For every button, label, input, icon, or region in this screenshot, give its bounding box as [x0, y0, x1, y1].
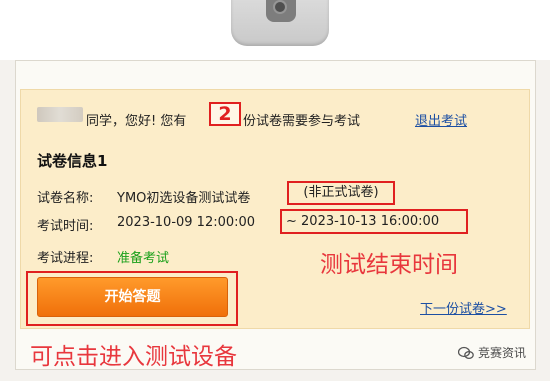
exam-time-end: ~ 2023-10-13 16:00:00 — [280, 209, 468, 234]
exam-name-note: (非正式试卷) — [287, 181, 395, 205]
next-exam-link[interactable]: 下一份试卷>> — [420, 298, 507, 317]
exam-name-value: YMO初选设备测试试卷 — [117, 191, 251, 206]
exam-progress-label: 考试进程: — [37, 251, 94, 266]
section-title: 试卷信息1 — [37, 152, 108, 170]
click-hint-annotation: 可点击进入测试设备 — [30, 344, 237, 370]
watermark: 竞赛资讯 — [458, 344, 526, 361]
exam-name-label: 试卷名称: — [37, 191, 94, 206]
end-time-annotation: 测试结束时间 — [320, 252, 458, 278]
logout-link[interactable]: 退出考试 — [415, 110, 467, 129]
exam-progress-status: 准备考试 — [117, 251, 170, 266]
watermark-text: 竞赛资讯 — [478, 346, 527, 360]
exam-time-start: 2023-10-09 12:00:00 — [117, 215, 256, 230]
badge-clip-knob-icon — [266, 0, 296, 22]
exam-time-label: 考试时间: — [37, 219, 94, 234]
greeting-tail-text: 份试卷需要参与考试 — [243, 114, 361, 129]
greeting-text: 同学，您好! 您有 — [86, 114, 187, 129]
start-exam-button[interactable]: 开始答题 — [37, 277, 228, 317]
blurred-username — [37, 107, 83, 122]
wechat-channel-icon — [458, 346, 474, 359]
exam-count-badge: 2 — [209, 102, 241, 126]
